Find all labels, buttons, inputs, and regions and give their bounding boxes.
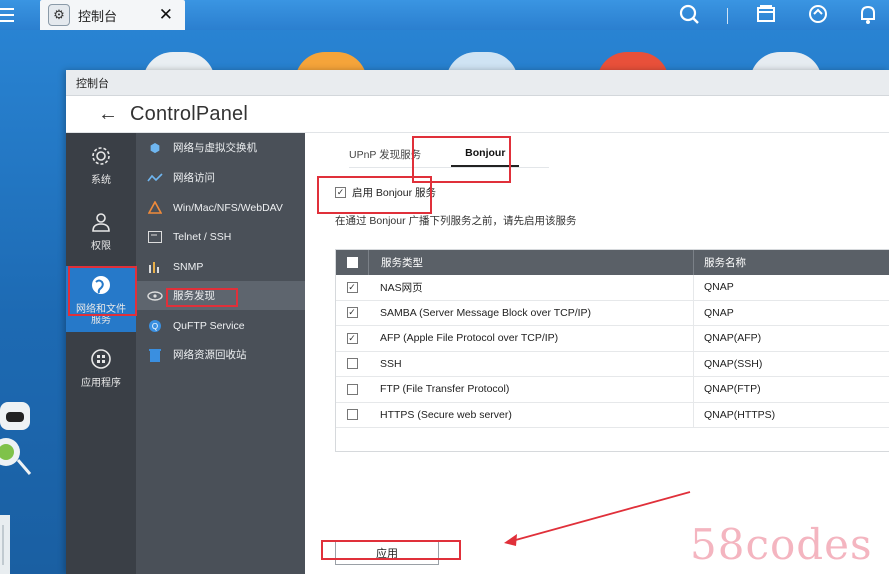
annotation-arrow [504, 491, 691, 546]
watermark: 58codes [690, 520, 873, 569]
